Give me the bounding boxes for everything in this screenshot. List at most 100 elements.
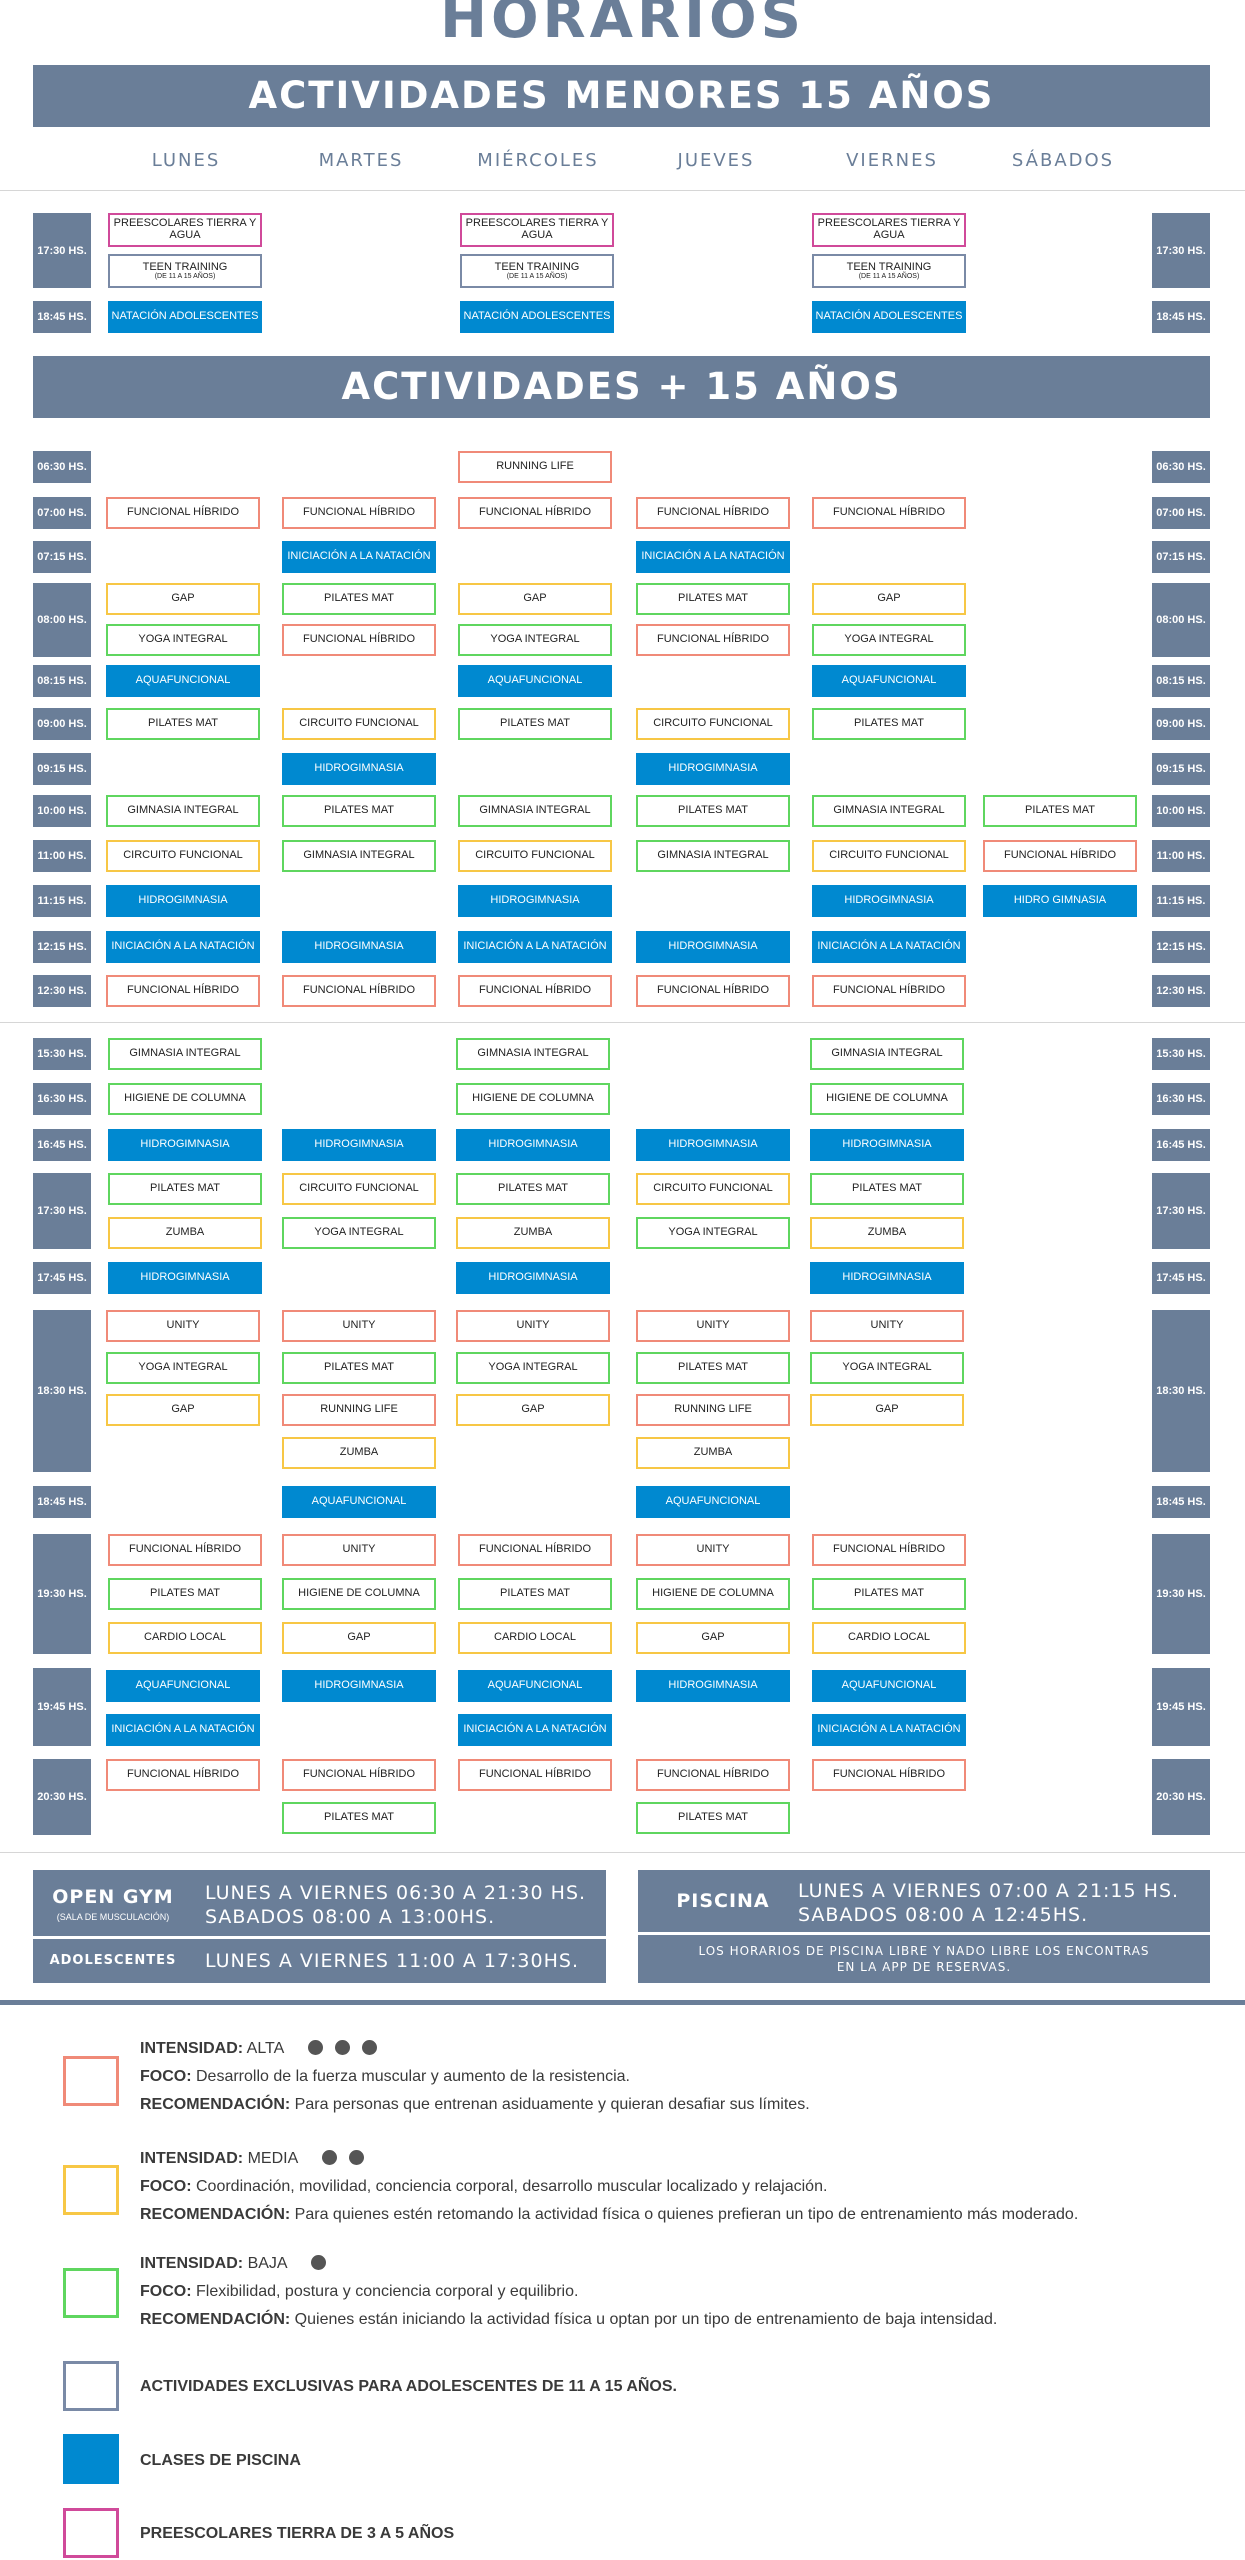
- class-gap[interactable]: GAP: [456, 1394, 610, 1426]
- class-gap[interactable]: GAP: [810, 1394, 964, 1426]
- class-pilates-mat[interactable]: PILATES MAT: [812, 708, 966, 740]
- class-hidrogimnasia[interactable]: HIDROGIMNASIA: [458, 885, 612, 917]
- class-pilates-mat[interactable]: PILATES MAT: [456, 1173, 610, 1205]
- class-teen-training[interactable]: TEEN TRAINING (DE 11 A 15 AÑOS): [460, 254, 614, 288]
- class-circuito-funcional[interactable]: CIRCUITO FUNCIONAL: [636, 708, 790, 740]
- class-running-life[interactable]: RUNNING LIFE: [636, 1394, 790, 1426]
- class-circuito-funcional[interactable]: CIRCUITO FUNCIONAL: [458, 840, 612, 872]
- class-funcional-hibrido[interactable]: FUNCIONAL HÍBRIDO: [458, 497, 612, 529]
- class-zumba[interactable]: ZUMBA: [108, 1217, 262, 1249]
- class-hidrogimnasia[interactable]: HIDROGIMNASIA: [812, 885, 966, 917]
- class-pilates-mat[interactable]: PILATES MAT: [282, 583, 436, 615]
- class-iniciacion-natacion[interactable]: INICIACIÓN A LA NATACIÓN: [458, 931, 612, 963]
- class-iniciacion-natacion[interactable]: INICIACIÓN A LA NATACIÓN: [106, 931, 260, 963]
- class-iniciacion-natacion[interactable]: INICIACIÓN A LA NATACIÓN: [282, 541, 436, 573]
- class-aquafuncional[interactable]: AQUAFUNCIONAL: [106, 665, 260, 697]
- class-gimnasia-integral[interactable]: GIMNASIA INTEGRAL: [810, 1038, 964, 1070]
- class-running-life[interactable]: RUNNING LIFE: [282, 1394, 436, 1426]
- class-natacion-adolescentes[interactable]: NATACIÓN ADOLESCENTES: [460, 301, 614, 333]
- class-cardio-local[interactable]: CARDIO LOCAL: [458, 1622, 612, 1654]
- class-higiene-columna[interactable]: HIGIENE DE COLUMNA: [810, 1083, 964, 1115]
- class-hidrogimnasia[interactable]: HIDROGIMNASIA: [106, 885, 260, 917]
- class-cardio-local[interactable]: CARDIO LOCAL: [108, 1622, 262, 1654]
- class-funcional-hibrido[interactable]: FUNCIONAL HÍBRIDO: [282, 624, 436, 656]
- class-hidrogimnasia[interactable]: HIDROGIMNASIA: [810, 1129, 964, 1161]
- class-unity[interactable]: UNITY: [810, 1310, 964, 1342]
- class-higiene-columna[interactable]: HIGIENE DE COLUMNA: [282, 1578, 436, 1610]
- class-hidrogimnasia[interactable]: HIDROGIMNASIA: [108, 1262, 262, 1294]
- class-pilates-mat[interactable]: PILATES MAT: [983, 795, 1137, 827]
- class-hidrogimnasia[interactable]: HIDROGIMNASIA: [282, 931, 436, 963]
- class-funcional-hibrido[interactable]: FUNCIONAL HÍBRIDO: [282, 975, 436, 1007]
- class-funcional-hibrido[interactable]: FUNCIONAL HÍBRIDO: [636, 624, 790, 656]
- class-gap[interactable]: GAP: [458, 583, 612, 615]
- class-funcional-hibrido[interactable]: FUNCIONAL HÍBRIDO: [106, 975, 260, 1007]
- class-yoga-integral[interactable]: YOGA INTEGRAL: [812, 624, 966, 656]
- class-aquafuncional[interactable]: AQUAFUNCIONAL: [106, 1670, 260, 1702]
- class-funcional-hibrido[interactable]: FUNCIONAL HÍBRIDO: [636, 497, 790, 529]
- class-gimnasia-integral[interactable]: GIMNASIA INTEGRAL: [456, 1038, 610, 1070]
- class-pilates-mat[interactable]: PILATES MAT: [810, 1173, 964, 1205]
- class-aquafuncional[interactable]: AQUAFUNCIONAL: [458, 665, 612, 697]
- class-iniciacion-natacion[interactable]: INICIACIÓN A LA NATACIÓN: [458, 1714, 612, 1746]
- class-pilates-mat[interactable]: PILATES MAT: [458, 708, 612, 740]
- class-yoga-integral[interactable]: YOGA INTEGRAL: [636, 1217, 790, 1249]
- class-gap[interactable]: GAP: [106, 583, 260, 615]
- class-unity[interactable]: UNITY: [636, 1310, 790, 1342]
- class-gap[interactable]: GAP: [282, 1622, 436, 1654]
- class-pilates-mat[interactable]: PILATES MAT: [636, 1802, 790, 1834]
- class-funcional-hibrido[interactable]: FUNCIONAL HÍBRIDO: [106, 1759, 260, 1791]
- class-funcional-hibrido[interactable]: FUNCIONAL HÍBRIDO: [106, 497, 260, 529]
- class-circuito-funcional[interactable]: CIRCUITO FUNCIONAL: [812, 840, 966, 872]
- class-pilates-mat[interactable]: PILATES MAT: [458, 1578, 612, 1610]
- class-zumba[interactable]: ZUMBA: [282, 1437, 436, 1469]
- class-aquafuncional[interactable]: AQUAFUNCIONAL: [282, 1486, 436, 1518]
- class-yoga-integral[interactable]: YOGA INTEGRAL: [810, 1352, 964, 1384]
- class-hidrogimnasia[interactable]: HIDROGIMNASIA: [636, 1129, 790, 1161]
- class-natacion-adolescentes[interactable]: NATACIÓN ADOLESCENTES: [108, 301, 262, 333]
- class-iniciacion-natacion[interactable]: INICIACIÓN A LA NATACIÓN: [812, 931, 966, 963]
- class-aquafuncional[interactable]: AQUAFUNCIONAL: [812, 1670, 966, 1702]
- class-gimnasia-integral[interactable]: GIMNASIA INTEGRAL: [106, 795, 260, 827]
- class-aquafuncional[interactable]: AQUAFUNCIONAL: [458, 1670, 612, 1702]
- class-unity[interactable]: UNITY: [282, 1310, 436, 1342]
- class-pilates-mat[interactable]: PILATES MAT: [636, 583, 790, 615]
- class-unity[interactable]: UNITY: [456, 1310, 610, 1342]
- class-pilates-mat[interactable]: PILATES MAT: [108, 1173, 262, 1205]
- class-circuito-funcional[interactable]: CIRCUITO FUNCIONAL: [106, 840, 260, 872]
- class-hidrogimnasia[interactable]: HIDROGIMNASIA: [810, 1262, 964, 1294]
- class-gimnasia-integral[interactable]: GIMNASIA INTEGRAL: [282, 840, 436, 872]
- class-funcional-hibrido[interactable]: FUNCIONAL HÍBRIDO: [812, 975, 966, 1007]
- class-iniciacion-natacion[interactable]: INICIACIÓN A LA NATACIÓN: [106, 1714, 260, 1746]
- class-gimnasia-integral[interactable]: GIMNASIA INTEGRAL: [108, 1038, 262, 1070]
- class-funcional-hibrido[interactable]: FUNCIONAL HÍBRIDO: [108, 1534, 262, 1566]
- class-funcional-hibrido[interactable]: FUNCIONAL HÍBRIDO: [812, 497, 966, 529]
- class-gap[interactable]: GAP: [636, 1622, 790, 1654]
- class-aquafuncional[interactable]: AQUAFUNCIONAL: [812, 665, 966, 697]
- class-circuito-funcional[interactable]: CIRCUITO FUNCIONAL: [282, 708, 436, 740]
- class-funcional-hibrido[interactable]: FUNCIONAL HÍBRIDO: [812, 1759, 966, 1791]
- class-higiene-columna[interactable]: HIGIENE DE COLUMNA: [108, 1083, 262, 1115]
- class-funcional-hibrido[interactable]: FUNCIONAL HÍBRIDO: [458, 1759, 612, 1791]
- class-funcional-hibrido[interactable]: FUNCIONAL HÍBRIDO: [282, 497, 436, 529]
- class-yoga-integral[interactable]: YOGA INTEGRAL: [458, 624, 612, 656]
- class-higiene-columna[interactable]: HIGIENE DE COLUMNA: [456, 1083, 610, 1115]
- class-hidrogimnasia[interactable]: HIDROGIMNASIA: [636, 1670, 790, 1702]
- class-gimnasia-integral[interactable]: GIMNASIA INTEGRAL: [458, 795, 612, 827]
- class-yoga-integral[interactable]: YOGA INTEGRAL: [456, 1352, 610, 1384]
- class-natacion-adolescentes[interactable]: NATACIÓN ADOLESCENTES: [812, 301, 966, 333]
- class-teen-training[interactable]: TEEN TRAINING (DE 11 A 15 AÑOS): [108, 254, 262, 288]
- class-unity[interactable]: UNITY: [636, 1534, 790, 1566]
- class-unity[interactable]: UNITY: [106, 1310, 260, 1342]
- class-pilates-mat[interactable]: PILATES MAT: [636, 795, 790, 827]
- class-pilates-mat[interactable]: PILATES MAT: [106, 708, 260, 740]
- class-hidro-gimnasia[interactable]: HIDRO GIMNASIA: [983, 885, 1137, 917]
- class-yoga-integral[interactable]: YOGA INTEGRAL: [106, 624, 260, 656]
- class-gap[interactable]: GAP: [812, 583, 966, 615]
- class-funcional-hibrido[interactable]: FUNCIONAL HÍBRIDO: [458, 1534, 612, 1566]
- class-iniciacion-natacion[interactable]: INICIACIÓN A LA NATACIÓN: [636, 541, 790, 573]
- class-pilates-mat[interactable]: PILATES MAT: [812, 1578, 966, 1610]
- class-hidrogimnasia[interactable]: HIDROGIMNASIA: [282, 753, 436, 785]
- class-cardio-local[interactable]: CARDIO LOCAL: [812, 1622, 966, 1654]
- class-hidrogimnasia[interactable]: HIDROGIMNASIA: [108, 1129, 262, 1161]
